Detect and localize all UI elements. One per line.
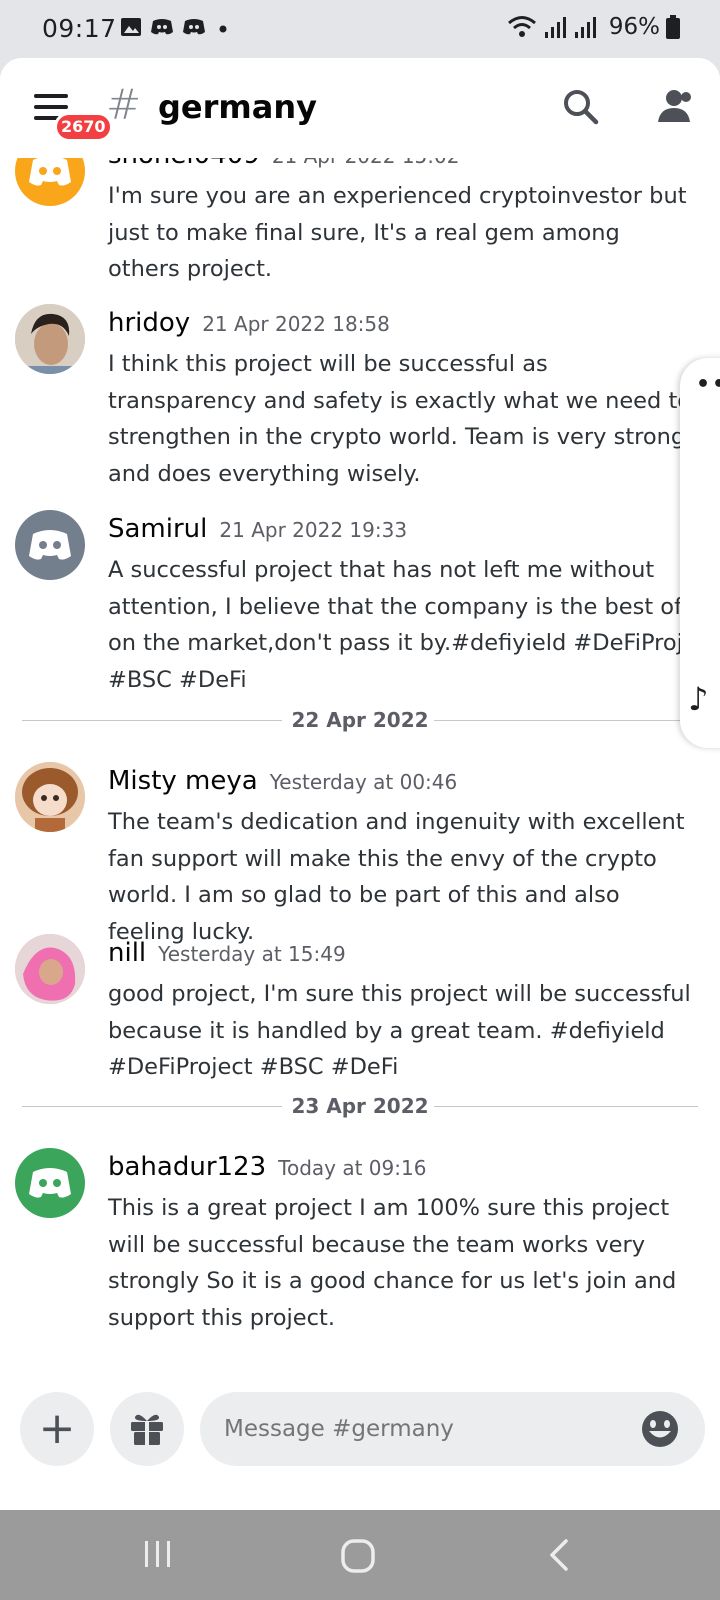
message-header: hridoy 21 Apr 2022 18:58 <box>108 308 390 338</box>
signal-icon <box>544 17 566 38</box>
menu-line <box>34 94 68 98</box>
gift-button[interactable] <box>110 1392 184 1466</box>
message-author[interactable]: Misty meya <box>108 766 258 796</box>
plus-icon: + <box>38 1403 76 1454</box>
message-header: bahadur123 Today at 09:16 <box>108 1152 426 1182</box>
message-text: I'm sure you are an experienced cryptoin… <box>108 183 687 282</box>
discord-logo-icon <box>29 1168 71 1198</box>
channel-header: 2670 # germany <box>0 58 720 158</box>
clock: 09:17 <box>42 14 117 43</box>
discord-notify-icon <box>151 19 173 35</box>
message-timestamp: Yesterday at 15:49 <box>158 942 346 966</box>
battery-percent: 96% <box>608 14 660 40</box>
avatar[interactable] <box>15 510 85 580</box>
emoji-icon[interactable] <box>640 1409 680 1449</box>
user-photo-icon <box>15 934 85 1004</box>
channel-title[interactable]: germany <box>158 88 317 126</box>
gallery-icon <box>121 18 141 36</box>
wifi-icon <box>507 16 536 37</box>
floating-side-widget[interactable]: •• ♪ <box>680 358 720 748</box>
message-text-line: #BSC #DeFi <box>108 666 247 693</box>
avatar[interactable] <box>15 934 85 1004</box>
notification-badge: 2670 <box>54 112 113 142</box>
system-nav-bar <box>0 1510 720 1600</box>
search-icon[interactable] <box>562 88 600 126</box>
message-text: I think this project will be successful … <box>108 351 692 487</box>
channel-hash-icon: # <box>106 80 142 129</box>
back-icon[interactable] <box>546 1538 572 1572</box>
message-timestamp: 21 Apr 2022 18:58 <box>202 312 390 336</box>
more-dots-icon[interactable]: •• <box>696 372 720 397</box>
status-bar: 09:17 96% <box>0 0 720 58</box>
message-header: Samirul 21 Apr 2022 19:33 <box>108 514 407 544</box>
battery-icon <box>666 15 680 39</box>
divider-line <box>434 720 698 721</box>
avatar[interactable] <box>15 762 85 832</box>
message-author[interactable]: Samirul <box>108 514 207 544</box>
message-text-line: A successful project that has not left m… <box>108 557 655 583</box>
message-header: Misty meya Yesterday at 00:46 <box>108 766 457 796</box>
user-photo-icon <box>15 304 85 374</box>
home-icon[interactable] <box>340 1538 376 1574</box>
message-timestamp: 21 Apr 2022 19:33 <box>219 518 408 542</box>
message-text-line: attention, I believe that the company is… <box>108 593 688 620</box>
message-author[interactable]: bahadur123 <box>108 1152 266 1182</box>
message-author[interactable]: nill <box>108 938 146 968</box>
message-text: The team's dedication and ingenuity with… <box>108 809 685 945</box>
message-timestamp: Yesterday at 00:46 <box>269 770 458 794</box>
message-header: nill Yesterday at 15:49 <box>108 938 346 968</box>
avatar[interactable] <box>15 304 85 374</box>
chat-panel: shohel0409 21 Apr 2022 15:02 I'm sure yo… <box>0 58 720 1510</box>
message-composer: + <box>0 1392 720 1472</box>
members-icon[interactable] <box>652 88 694 126</box>
signal-icon-2 <box>574 17 596 38</box>
divider-line <box>434 1106 698 1107</box>
status-right: 96% <box>507 14 680 40</box>
avatar[interactable] <box>15 1148 85 1218</box>
music-note-icon[interactable]: ♪ <box>688 680 708 718</box>
date-divider: 23 Apr 2022 <box>22 1092 698 1122</box>
gift-icon <box>131 1414 163 1445</box>
add-attachment-button[interactable]: + <box>20 1392 94 1466</box>
discord-notify-icon-2 <box>183 19 205 35</box>
message-input[interactable] <box>200 1392 705 1466</box>
menu-line <box>34 105 68 109</box>
recent-apps-icon[interactable] <box>142 1538 174 1570</box>
doll-photo-icon <box>15 762 85 832</box>
message-text: This is a great project I am 100% sure t… <box>108 1195 677 1331</box>
more-notifications-dot-icon <box>219 25 227 33</box>
message-text-line: on the market,don't pass it by.#defiyiel… <box>108 630 688 656</box>
discord-logo-icon <box>29 530 71 560</box>
message-author[interactable]: hridoy <box>108 308 190 338</box>
message-text: good project, I'm sure this project will… <box>108 981 691 1080</box>
date-divider: 22 Apr 2022 <box>22 706 698 736</box>
message-timestamp: Today at 09:16 <box>278 1156 427 1180</box>
